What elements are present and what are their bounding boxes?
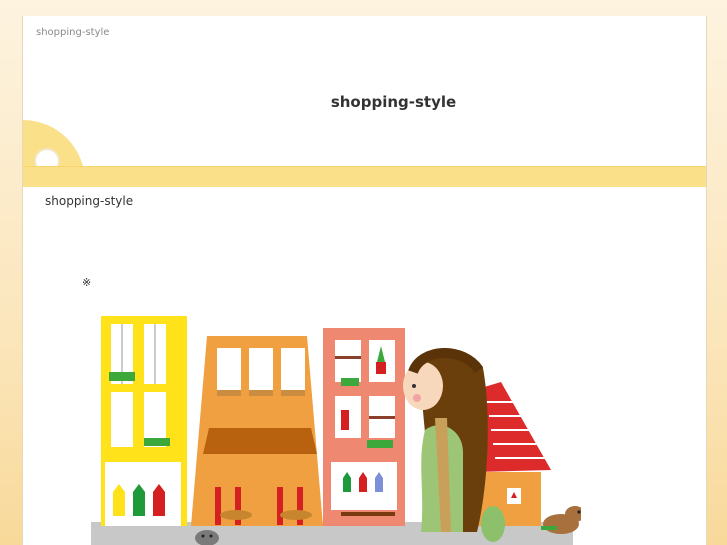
shopping-street-illustration <box>91 316 581 545</box>
header-band <box>23 166 706 187</box>
small-site-title[interactable]: shopping-style <box>36 27 109 38</box>
red-roof-house <box>477 382 551 542</box>
reference-mark: ※ <box>82 277 92 289</box>
salmon-building <box>323 328 405 526</box>
page-panel: shopping-style shopping-style shopping-s… <box>22 16 707 545</box>
content-label: shopping-style <box>45 194 134 208</box>
yellow-building <box>101 316 187 526</box>
site-title[interactable]: shopping-style <box>23 93 706 111</box>
dog-figure <box>541 506 581 534</box>
orange-building <box>191 336 323 526</box>
girl-figure <box>403 348 488 532</box>
